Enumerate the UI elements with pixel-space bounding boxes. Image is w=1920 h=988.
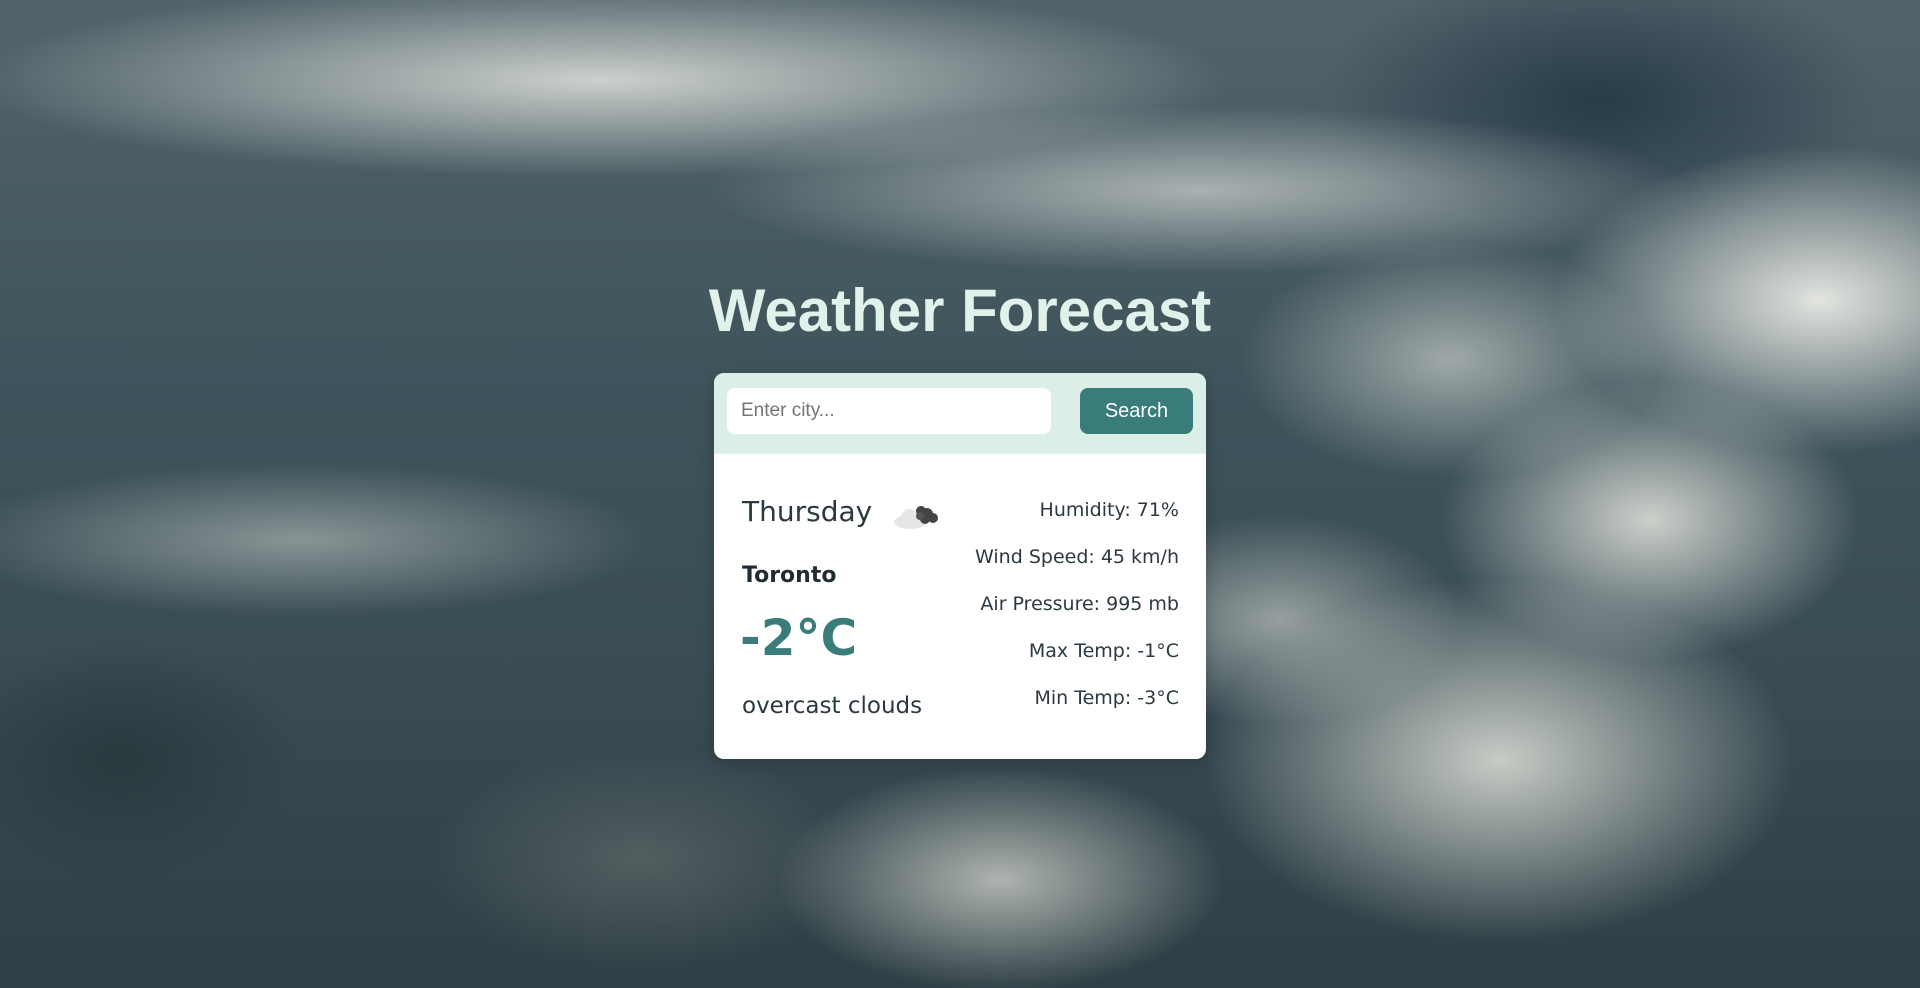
air-pressure-detail: Air Pressure: 995 mb [980, 593, 1179, 615]
max-temp-detail: Max Temp: -1°C [1028, 640, 1179, 662]
city-name: Toronto [742, 563, 837, 588]
humidity-detail: Humidity: 71% [1039, 499, 1179, 521]
city-search-input[interactable] [727, 388, 1051, 434]
weather-card: Search Thursday Toronto -2°C overcast cl… [714, 373, 1206, 759]
wind-speed-detail: Wind Speed: 45 km/h [975, 546, 1179, 568]
current-temperature: -2°C [740, 609, 858, 667]
overcast-clouds-icon [892, 497, 940, 533]
search-button[interactable]: Search [1080, 388, 1193, 434]
weather-description: overcast clouds [742, 693, 923, 719]
weather-day: Thursday [742, 495, 873, 528]
page-title: Weather Forecast [708, 277, 1212, 344]
weather-details: Humidity: 71% Wind Speed: 45 km/h Air Pr… [975, 499, 1179, 734]
min-temp-detail: Min Temp: -3°C [1034, 687, 1179, 709]
search-bar: Search [714, 373, 1206, 454]
